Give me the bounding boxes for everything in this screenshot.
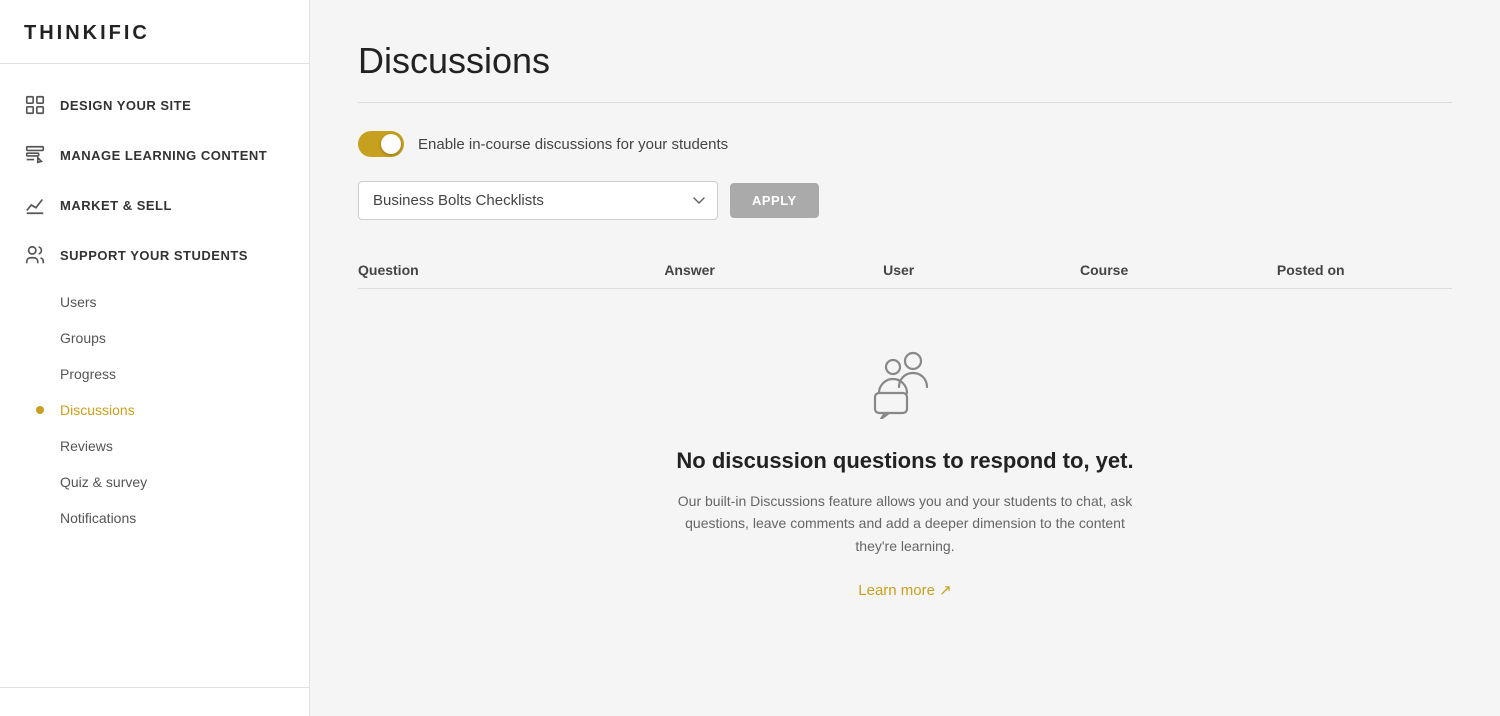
main-content: Discussions Enable in-course discussions… bbox=[310, 0, 1500, 716]
sidebar-item-notifications[interactable]: Notifications bbox=[0, 500, 309, 536]
sidebar-item-manage-label: MANAGE LEARNING CONTENT bbox=[60, 148, 267, 163]
sidebar-nav: DESIGN YOUR SITE MANAGE LEARNING CONTENT… bbox=[0, 64, 309, 687]
col-posted-header: Posted on bbox=[1277, 252, 1452, 289]
sidebar-item-quiz-survey[interactable]: Quiz & survey bbox=[0, 464, 309, 500]
toggle-row: Enable in-course discussions for your st… bbox=[358, 131, 1452, 157]
sidebar: THINKIFIC DESIGN YOUR SITE bbox=[0, 0, 310, 716]
sidebar-item-users[interactable]: Users bbox=[0, 284, 309, 320]
col-course-header: Course bbox=[1080, 252, 1277, 289]
empty-state-title: No discussion questions to respond to, y… bbox=[378, 448, 1432, 474]
sidebar-item-market[interactable]: MARKET & SELL bbox=[0, 180, 309, 230]
grid-icon bbox=[24, 94, 46, 116]
sidebar-item-progress[interactable]: Progress bbox=[0, 356, 309, 392]
table-body: No discussion questions to respond to, y… bbox=[358, 289, 1452, 641]
discussions-empty-icon bbox=[865, 349, 945, 419]
table-header: Question Answer User Course Posted on bbox=[358, 252, 1452, 289]
col-user-header: User bbox=[883, 252, 1080, 289]
sidebar-item-discussions[interactable]: Discussions bbox=[0, 392, 309, 428]
sidebar-bottom bbox=[0, 687, 309, 716]
toggle-knob bbox=[381, 134, 401, 154]
discussions-toggle[interactable] bbox=[358, 131, 404, 157]
sidebar-item-manage[interactable]: MANAGE LEARNING CONTENT bbox=[0, 130, 309, 180]
sidebar-item-design[interactable]: DESIGN YOUR SITE bbox=[0, 80, 309, 130]
logo: THINKIFIC bbox=[0, 0, 309, 64]
edit-icon bbox=[24, 144, 46, 166]
toggle-label: Enable in-course discussions for your st… bbox=[418, 136, 728, 153]
learn-more-link[interactable]: Learn more ↗ bbox=[858, 582, 951, 599]
col-question-header: Question bbox=[358, 252, 664, 289]
page-title: Discussions bbox=[358, 40, 1452, 82]
support-sub-nav: Users Groups Progress Discussions Review… bbox=[0, 280, 309, 544]
sidebar-item-support[interactable]: SUPPORT YOUR STUDENTS bbox=[0, 230, 309, 280]
empty-state-description: Our built-in Discussions feature allows … bbox=[665, 490, 1145, 557]
sidebar-item-groups[interactable]: Groups bbox=[0, 320, 309, 356]
users-icon bbox=[24, 244, 46, 266]
course-select[interactable]: Business Bolts Checklists bbox=[358, 181, 718, 220]
sidebar-item-market-label: MARKET & SELL bbox=[60, 198, 172, 213]
discussions-table: Question Answer User Course Posted on bbox=[358, 252, 1452, 640]
app-name: THINKIFIC bbox=[24, 22, 150, 44]
sidebar-item-support-label: SUPPORT YOUR STUDENTS bbox=[60, 248, 248, 263]
sidebar-item-design-label: DESIGN YOUR SITE bbox=[60, 98, 191, 113]
sidebar-item-reviews[interactable]: Reviews bbox=[0, 428, 309, 464]
chart-icon bbox=[24, 194, 46, 216]
title-divider bbox=[358, 102, 1452, 103]
learn-more-arrow: ↗ bbox=[939, 582, 952, 599]
empty-state: No discussion questions to respond to, y… bbox=[358, 289, 1452, 640]
toggle-slider bbox=[358, 131, 404, 157]
apply-button[interactable]: APPLY bbox=[730, 183, 819, 218]
filter-row: Business Bolts Checklists APPLY bbox=[358, 181, 1452, 220]
col-answer-header: Answer bbox=[664, 252, 883, 289]
